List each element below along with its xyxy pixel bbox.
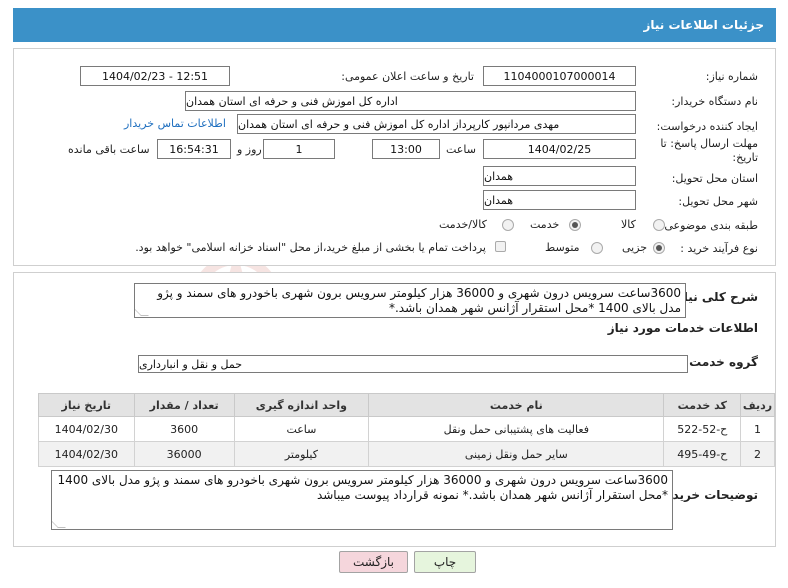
category-radio-goods-service[interactable]: [502, 219, 514, 231]
purchase-type-radio-minor[interactable]: [653, 242, 665, 254]
delivery-city-field[interactable]: همدان: [483, 190, 636, 210]
deadline-remaining-label: ساعت باقی مانده: [68, 143, 150, 156]
announce-label: تاریخ و ساعت اعلان عمومی:: [341, 70, 474, 83]
deadline-days-field[interactable]: 1: [263, 139, 335, 159]
deadline-label-line2: تاریخ:: [732, 151, 758, 164]
cell-need-date: 1404/02/30: [38, 441, 135, 467]
category-radio-goods[interactable]: [653, 219, 665, 231]
purchase-type-label: نوع فرآیند خرید :: [680, 242, 758, 255]
deadline-time-label: ساعت: [446, 143, 476, 156]
cell-service-code: ح-49-495: [663, 441, 742, 467]
services-section-title: اطلاعات خدمات مورد نیاز: [607, 321, 758, 335]
print-button[interactable]: چاپ: [414, 551, 476, 573]
table-row[interactable]: 1 ح-52-522 فعالیت های پشتیبانی حمل ونقل …: [38, 416, 775, 442]
purchase-type-medium-label: متوسط: [545, 241, 580, 254]
cell-unit: ساعت: [233, 416, 370, 442]
buyer-org-field[interactable]: اداره کل اموزش فنی و حرفه ای استان همدان: [185, 91, 636, 111]
summary-textarea[interactable]: 3600ساعت سرویس درون شهری و 36000 هزار کی…: [134, 283, 686, 318]
creator-label: ایجاد کننده درخواست:: [656, 120, 758, 133]
table-row[interactable]: 2 ح-49-495 سایر حمل ونقل زمینی کیلومتر 3…: [38, 441, 775, 467]
buyer-notes-text: 3600ساعت سرویس درون شهری و 36000 هزار کی…: [57, 473, 668, 502]
resize-grip-icon[interactable]: [135, 308, 149, 316]
summary-text: 3600ساعت سرویس درون شهری و 36000 هزار کی…: [157, 286, 681, 315]
cell-row-number: 1: [740, 416, 775, 442]
cell-service-code: ح-52-522: [663, 416, 742, 442]
category-service-label: خدمت: [530, 218, 560, 231]
cell-service-name: فعالیت های پشتیبانی حمل ونقل: [368, 416, 665, 442]
deadline-remaining-field[interactable]: 16:54:31: [157, 139, 231, 159]
service-group-field[interactable]: حمل و نقل و انبارداری: [138, 355, 688, 373]
cell-unit: کیلومتر: [233, 441, 370, 467]
cell-row-number: 2: [740, 441, 775, 467]
purchase-type-radio-medium[interactable]: [591, 242, 603, 254]
deadline-label-line1: مهلت ارسال پاسخ: تا: [660, 137, 758, 150]
cell-service-name: سایر حمل ونقل زمینی: [368, 441, 665, 467]
treasury-payment-note: پرداخت تمام یا بخشی از مبلغ خرید،از محل …: [135, 241, 486, 254]
cell-need-date: 1404/02/30: [38, 416, 135, 442]
need-number-label: شماره نیاز:: [705, 70, 758, 83]
creator-field[interactable]: مهدی مردانپور کارپرداز اداره کل اموزش فن…: [237, 114, 636, 134]
purchase-type-minor-label: جزیی: [622, 241, 648, 254]
announce-field[interactable]: 1404/02/23 - 12:51: [80, 66, 230, 86]
delivery-province-label: استان محل تحویل:: [671, 172, 758, 185]
deadline-date-field[interactable]: 1404/02/25: [483, 139, 636, 159]
delivery-city-label: شهر محل تحویل:: [678, 195, 758, 208]
buyer-org-label: نام دستگاه خریدار:: [671, 95, 758, 108]
buyer-contact-link[interactable]: اطلاعات تماس خریدار: [124, 117, 226, 130]
category-radio-service[interactable]: [569, 219, 581, 231]
col-row-number-header: ردیف: [740, 393, 775, 417]
col-need-date-header: تاریخ نیاز: [38, 393, 135, 417]
col-quantity-header: تعداد / مقدار: [133, 393, 235, 417]
services-table-header-row: ردیف کد خدمت نام خدمت واحد اندازه گیری ت…: [38, 393, 775, 417]
category-goods-service-label: کالا/خدمت: [439, 218, 487, 231]
col-service-code-header: کد خدمت: [663, 393, 742, 417]
deadline-days-label: روز و: [237, 143, 262, 156]
col-unit-header: واحد اندازه گیری: [233, 393, 370, 417]
category-goods-label: کالا: [621, 218, 636, 231]
cell-quantity: 3600: [133, 416, 235, 442]
need-number-field[interactable]: 1104000107000014: [483, 66, 636, 86]
deadline-time-field[interactable]: 13:00: [372, 139, 440, 159]
category-label: طبقه بندی موضوعی:: [660, 219, 758, 232]
cell-quantity: 36000: [133, 441, 235, 467]
service-group-label: گروه خدمت:: [684, 355, 758, 369]
page-header: جزئیات اطلاعات نیاز: [13, 8, 776, 42]
resize-grip-icon[interactable]: [52, 520, 66, 528]
page-title: جزئیات اطلاعات نیاز: [643, 18, 764, 32]
treasury-payment-checkbox[interactable]: [495, 241, 506, 252]
delivery-province-field[interactable]: همدان: [483, 166, 636, 186]
col-service-name-header: نام خدمت: [368, 393, 665, 417]
buyer-notes-textarea[interactable]: 3600ساعت سرویس درون شهری و 36000 هزار کی…: [51, 470, 673, 530]
services-table: ردیف کد خدمت نام خدمت واحد اندازه گیری ت…: [38, 393, 775, 467]
back-button[interactable]: بازگشت: [339, 551, 408, 573]
